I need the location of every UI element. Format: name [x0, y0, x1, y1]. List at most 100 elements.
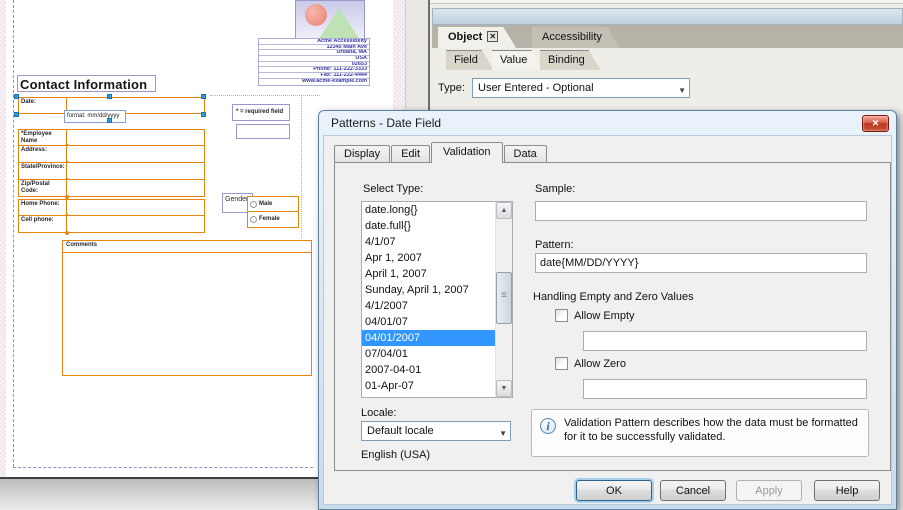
close-palette-icon[interactable]: ✕	[487, 31, 498, 42]
form-field-row[interactable]: *Employee Name	[18, 129, 205, 146]
validation-info-box: i Validation Pattern describes how the d…	[531, 409, 869, 457]
tab-binding[interactable]: Binding	[540, 50, 601, 70]
form-title[interactable]: Contact Information	[17, 75, 156, 92]
form-field-row[interactable]: Home Phone:	[18, 199, 205, 216]
empty-text-box[interactable]	[236, 124, 290, 139]
tab-validation[interactable]: Validation	[431, 142, 503, 163]
list-item[interactable]: 4/1/07	[362, 234, 495, 250]
scroll-down-icon[interactable]: ▼	[496, 380, 512, 397]
selection-handle-top-left[interactable]	[14, 94, 19, 99]
form-field-value	[67, 163, 204, 179]
form-field-label: Home Phone:	[19, 200, 67, 215]
tab-edit[interactable]: Edit	[391, 145, 430, 163]
pattern-input[interactable]	[535, 253, 867, 273]
sample-label: Sample:	[535, 183, 575, 195]
sample-input[interactable]	[535, 201, 867, 221]
close-icon: ✕	[872, 118, 880, 128]
listbox-scrollbar[interactable]: ▲ ▼	[495, 202, 512, 397]
pattern-label: Pattern:	[535, 239, 574, 251]
form-field-row[interactable]: Zip/Postal Code:	[18, 180, 205, 197]
application-window: Acme Accessibility12345 Main AveUrbana, …	[0, 0, 903, 510]
dialog-close-button[interactable]: ✕	[862, 115, 889, 132]
form-field-row[interactable]: Address:	[18, 146, 205, 163]
comments-label: Comments	[63, 241, 311, 253]
form-field-label: Cell phone:	[19, 216, 67, 232]
type-label: Type:	[438, 82, 465, 94]
palette-top-strip	[430, 0, 903, 4]
selection-handle-bottom-left[interactable]	[14, 112, 19, 117]
tab-field[interactable]: Field	[446, 50, 494, 70]
date-field-label: Date:	[19, 98, 67, 113]
company-logo-image[interactable]	[295, 0, 365, 43]
phone-fields-group: Home Phone: Cell phone:	[18, 199, 205, 233]
validation-info-text: Validation Pattern describes how the dat…	[564, 416, 860, 444]
employee-fields-group: *Employee Name Address: State/Province: …	[18, 129, 205, 197]
object-palette: Object ✕ Accessibility Field Value Bindin…	[430, 0, 903, 110]
tab-data[interactable]: Data	[504, 145, 547, 163]
tab-display[interactable]: Display	[334, 145, 390, 163]
subform-guide-vertical	[301, 95, 302, 238]
company-address-block[interactable]: Acme Accessibility12345 Main AveUrbana, …	[258, 38, 370, 86]
gender-options-group: Male Female	[247, 196, 299, 228]
selection-handle-top-mid[interactable]	[107, 94, 112, 99]
dropdown-arrow-icon: ▼	[499, 425, 507, 443]
cancel-button[interactable]: Cancel	[660, 480, 726, 501]
form-field-value	[67, 200, 204, 215]
allow-empty-input[interactable]	[583, 331, 867, 351]
radio-button-icon[interactable]	[250, 201, 257, 208]
list-item[interactable]: April 1, 2007	[362, 266, 495, 282]
tab-value[interactable]: Value	[492, 50, 543, 70]
canvas-margin-left	[0, 0, 6, 478]
date-format-caption[interactable]: format: mm/dd/yyyy	[64, 110, 126, 123]
form-field-row[interactable]: Cell phone:	[18, 216, 205, 233]
list-item[interactable]: Apr 1, 2007	[362, 250, 495, 266]
list-item[interactable]: 04/01/2007	[362, 330, 495, 346]
list-item[interactable]: date.long{}	[362, 202, 495, 218]
selection-handle-bottom-right[interactable]	[201, 112, 206, 117]
help-button[interactable]: Help	[814, 480, 880, 501]
allow-zero-checkbox[interactable]	[555, 357, 568, 370]
form-field-row[interactable]: State/Province:	[18, 163, 205, 180]
gender-radio-row[interactable]: Male	[247, 196, 299, 212]
tab-accessibility[interactable]: Accessibility	[532, 27, 620, 48]
dialog-body: DisplayEditValidationData Select Type: d…	[323, 135, 892, 505]
scroll-up-icon[interactable]: ▲	[496, 202, 512, 219]
list-item[interactable]: Sunday, April 1, 2007	[362, 282, 495, 298]
form-field-value	[67, 146, 204, 162]
list-item[interactable]: 07/04/01	[362, 346, 495, 362]
list-item[interactable]: 01-Apr-07	[362, 378, 495, 394]
list-item[interactable]: 2007-04-01	[362, 362, 495, 378]
form-field-label: State/Province:	[19, 163, 67, 179]
tab-object[interactable]: Object ✕	[438, 27, 516, 48]
type-dropdown[interactable]: User Entered - Optional▼	[472, 78, 690, 98]
gender-radio-row[interactable]: Female	[247, 212, 299, 228]
logo-circle-shape	[305, 4, 327, 26]
tab-object-label: Object	[448, 31, 482, 43]
locale-dropdown-value: Default locale	[367, 425, 434, 437]
allow-zero-label: Allow Zero	[574, 358, 626, 370]
list-item[interactable]: date.full{}	[362, 218, 495, 234]
gender-option-label: Male	[259, 201, 272, 208]
empty-zero-heading: Handling Empty and Zero Values	[533, 291, 694, 303]
allow-empty-checkbox[interactable]	[555, 309, 568, 322]
list-item[interactable]: 4/1/2007	[362, 298, 495, 314]
selection-handle-top-right[interactable]	[201, 94, 206, 99]
validation-tab-panel: Select Type: date.long{}date.full{}4/1/0…	[334, 162, 891, 471]
ok-button[interactable]: OK	[576, 480, 652, 501]
tab-accessibility-label: Accessibility	[542, 31, 602, 43]
palette-tab-strip: Object ✕ Accessibility	[432, 25, 903, 48]
required-field-note[interactable]: * = required field	[232, 104, 290, 121]
palette-subtab-strip: Field Value Binding	[432, 48, 903, 70]
form-field-label: *Employee Name	[19, 130, 67, 145]
radio-button-icon[interactable]	[250, 216, 257, 223]
selection-handle-bottom-mid[interactable]	[107, 118, 112, 123]
pattern-type-listbox[interactable]: date.long{}date.full{}4/1/07Apr 1, 2007A…	[361, 201, 513, 398]
apply-button[interactable]: Apply	[736, 480, 802, 501]
allow-zero-input[interactable]	[583, 379, 867, 399]
comments-field[interactable]: Comments	[62, 240, 312, 376]
gender-option-label: Female	[259, 216, 280, 223]
palette-title-bar[interactable]	[432, 8, 903, 25]
scrollbar-thumb[interactable]	[496, 272, 512, 324]
locale-dropdown[interactable]: Default locale ▼	[361, 421, 511, 441]
list-item[interactable]: 04/01/07	[362, 314, 495, 330]
